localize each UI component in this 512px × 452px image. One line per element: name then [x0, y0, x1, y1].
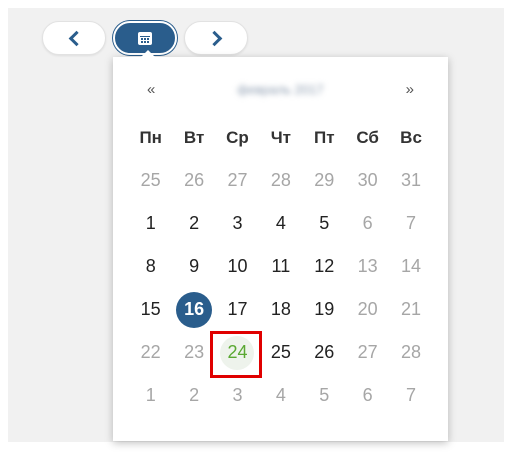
day-cell[interactable]: 1 [129, 202, 172, 245]
weekday-header: Пн [139, 127, 162, 147]
day-cell[interactable]: 18 [259, 288, 302, 331]
day-cell[interactable]: 3 [216, 374, 259, 417]
chevron-left-icon [68, 30, 84, 46]
day-cell[interactable]: 26 [172, 159, 215, 202]
day-cell[interactable]: 11 [259, 245, 302, 288]
next-month-button[interactable]: » [406, 81, 414, 98]
day-cell[interactable]: 8 [129, 245, 172, 288]
day-cell[interactable]: 27 [346, 331, 389, 374]
day-cell[interactable]: 26 [303, 331, 346, 374]
day-cell[interactable]: 13 [346, 245, 389, 288]
day-cell[interactable]: 6 [346, 202, 389, 245]
day-cell[interactable]: 28 [389, 331, 432, 374]
today-day-cell[interactable]: 24 [216, 331, 259, 374]
day-cell[interactable]: 21 [389, 288, 432, 331]
weekday-header: Вс [400, 127, 422, 147]
day-cell[interactable]: 3 [216, 202, 259, 245]
popup-caret [141, 50, 155, 57]
chevron-right-icon [206, 30, 222, 46]
day-cell[interactable]: 15 [129, 288, 172, 331]
day-cell[interactable]: 5 [303, 374, 346, 417]
day-cell[interactable]: 4 [259, 374, 302, 417]
calendar-icon [138, 31, 152, 45]
day-cell[interactable]: 14 [389, 245, 432, 288]
month-title[interactable]: февраль 2017 [213, 82, 348, 97]
previous-button[interactable] [42, 21, 106, 55]
day-cell[interactable]: 19 [303, 288, 346, 331]
day-cell[interactable]: 12 [303, 245, 346, 288]
weekday-header: Сб [356, 127, 379, 147]
selected-day-label: 16 [184, 299, 205, 319]
selected-day-cell[interactable]: 16 [172, 288, 215, 331]
today-day-label: 24 [227, 342, 248, 362]
weekday-header: Вт [183, 127, 205, 147]
day-cell[interactable]: 28 [259, 159, 302, 202]
day-cell[interactable]: 10 [216, 245, 259, 288]
day-cell[interactable]: 31 [389, 159, 432, 202]
datepicker-popup: « февраль 2017 » Пн Вт Ср Чт Пт Сб Вс 25… [113, 50, 448, 441]
weekday-header: Ср [226, 127, 249, 147]
day-cell[interactable]: 29 [303, 159, 346, 202]
weekday-header: Чт [270, 127, 291, 147]
next-button[interactable] [184, 21, 248, 55]
day-cell[interactable]: 23 [172, 331, 215, 374]
day-cell[interactable]: 20 [346, 288, 389, 331]
day-cell[interactable]: 30 [346, 159, 389, 202]
day-cell[interactable]: 2 [172, 374, 215, 417]
day-cell[interactable]: 1 [129, 374, 172, 417]
day-cell[interactable]: 5 [303, 202, 346, 245]
weekday-header: Пт [313, 127, 335, 147]
day-cell[interactable]: 17 [216, 288, 259, 331]
day-cell[interactable]: 6 [346, 374, 389, 417]
day-cell[interactable]: 2 [172, 202, 215, 245]
day-cell[interactable]: 4 [259, 202, 302, 245]
datepicker-header: « февраль 2017 » [113, 79, 448, 105]
day-cell[interactable]: 7 [389, 374, 432, 417]
day-cell[interactable]: 25 [259, 331, 302, 374]
day-cell[interactable]: 22 [129, 331, 172, 374]
day-cell[interactable]: 27 [216, 159, 259, 202]
day-grid: Пн Вт Ср Чт Пт Сб Вс 25 26 27 28 29 30 3… [129, 116, 433, 417]
previous-month-button[interactable]: « [147, 81, 155, 98]
day-cell[interactable]: 7 [389, 202, 432, 245]
day-cell[interactable]: 25 [129, 159, 172, 202]
day-cell[interactable]: 9 [172, 245, 215, 288]
